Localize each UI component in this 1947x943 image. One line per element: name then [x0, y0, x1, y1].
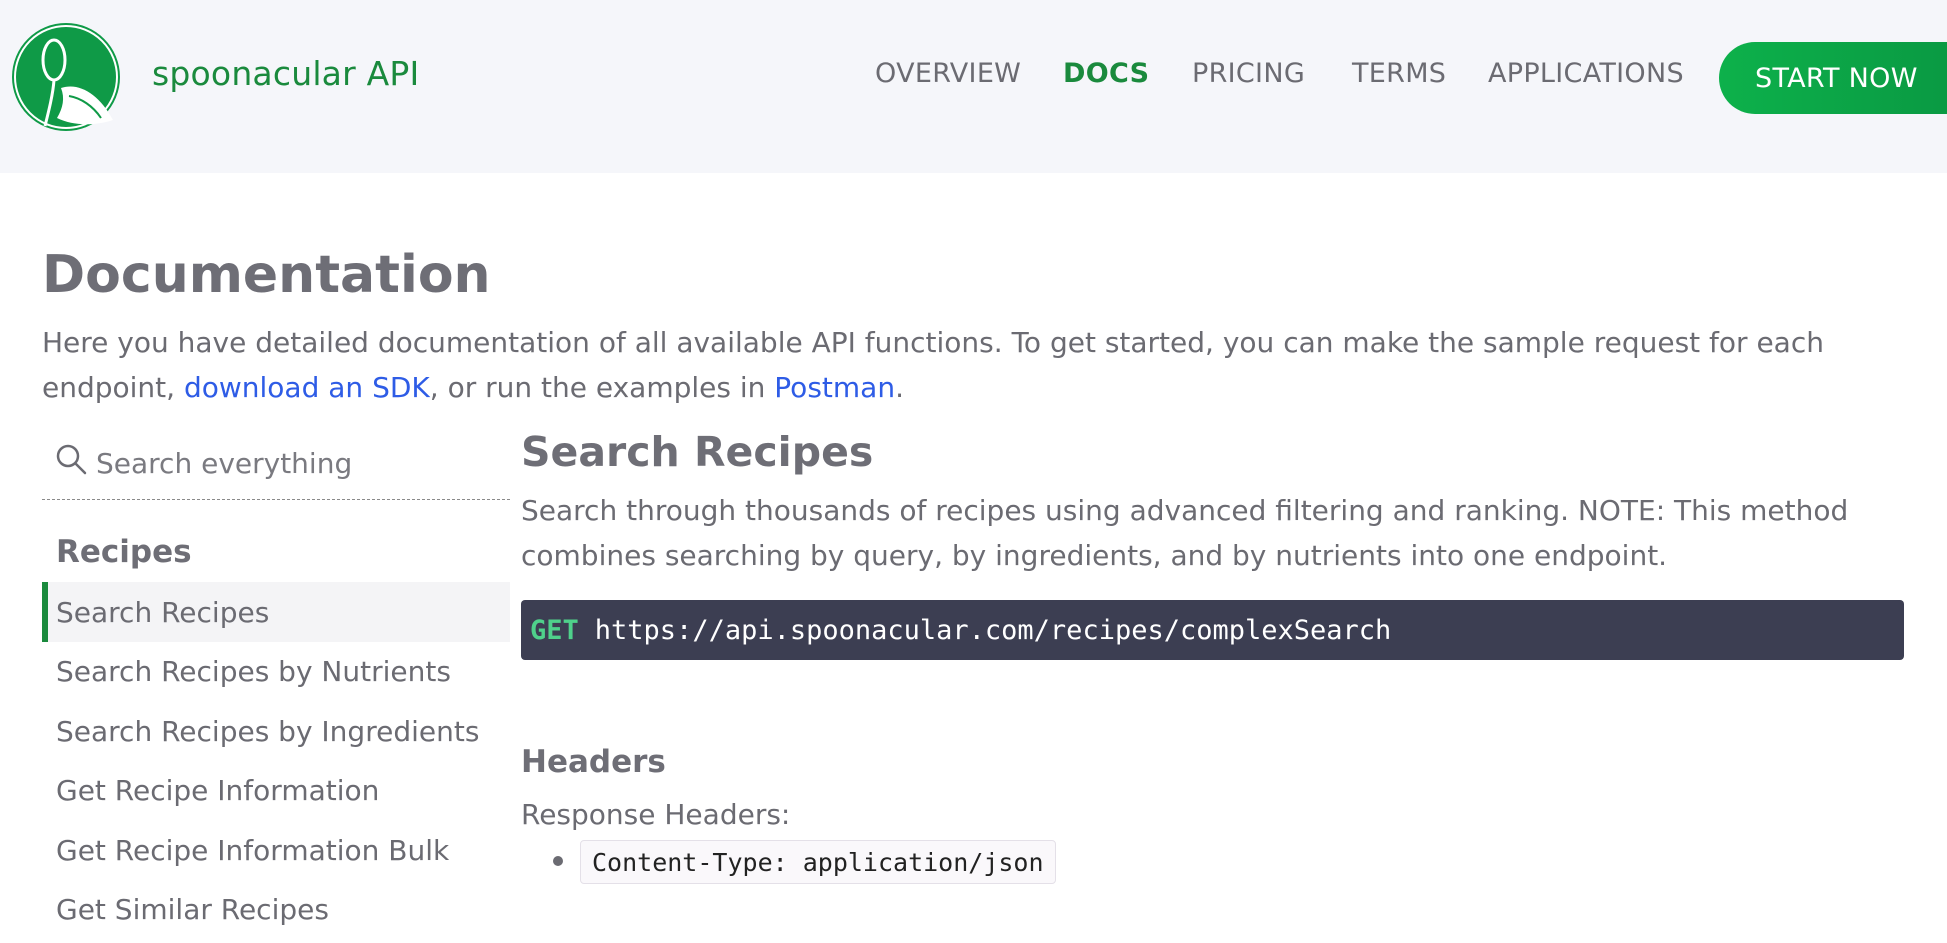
sidebar-item-search-recipes[interactable]: Search Recipes — [42, 582, 510, 642]
sidebar-section-recipes: Recipes — [56, 534, 192, 570]
nav-docs[interactable]: DOCS — [1063, 58, 1149, 89]
spoonacular-logo-icon[interactable] — [9, 22, 127, 132]
search-icon — [56, 444, 87, 475]
endpoint-url: https://api.spoonacular.com/recipes/comp… — [594, 614, 1392, 646]
sidebar-search — [42, 432, 510, 500]
sidebar-item-search-recipes-by-nutrients[interactable]: Search Recipes by Nutrients — [42, 641, 510, 701]
sidebar-item-search-recipes-by-ingredients[interactable]: Search Recipes by Ingredients — [42, 701, 510, 761]
nav-terms[interactable]: TERMS — [1352, 58, 1446, 89]
response-headers-label: Response Headers: — [521, 798, 791, 831]
endpoint-description: Search through thousands of recipes usin… — [521, 494, 1849, 572]
response-header-item: Content-Type: application/json — [580, 840, 1056, 884]
start-now-button[interactable]: START NOW — [1719, 42, 1947, 114]
sidebar-item-get-similar-recipes[interactable]: Get Similar Recipes — [42, 879, 510, 939]
endpoint-title: Search Recipes — [521, 428, 874, 476]
http-method: GET — [530, 614, 579, 646]
nav-applications[interactable]: APPLICATIONS — [1488, 58, 1684, 89]
headers-heading: Headers — [521, 744, 666, 780]
sidebar-item-get-recipe-information[interactable]: Get Recipe Information — [42, 760, 510, 820]
intro-text: Here you have detailed documentation of … — [42, 320, 1922, 410]
brand-name[interactable]: spoonacular API — [152, 54, 419, 93]
intro-text-part: . — [895, 371, 904, 404]
download-sdk-link[interactable]: download an SDK — [184, 371, 430, 404]
sidebar-item-get-recipe-information-bulk[interactable]: Get Recipe Information Bulk — [42, 820, 510, 880]
postman-link[interactable]: Postman — [774, 371, 895, 404]
search-input[interactable] — [94, 432, 494, 494]
nav-overview[interactable]: OVERVIEW — [875, 58, 1021, 89]
nav-pricing[interactable]: PRICING — [1192, 58, 1305, 89]
intro-text-part: , or run the examples in — [429, 371, 775, 404]
bullet-icon — [553, 856, 563, 866]
page-title: Documentation — [42, 245, 491, 305]
site-header: spoonacular API OVERVIEW DOCS PRICING TE… — [0, 0, 1947, 173]
endpoint-url-box[interactable]: GET https://api.spoonacular.com/recipes/… — [521, 600, 1904, 660]
